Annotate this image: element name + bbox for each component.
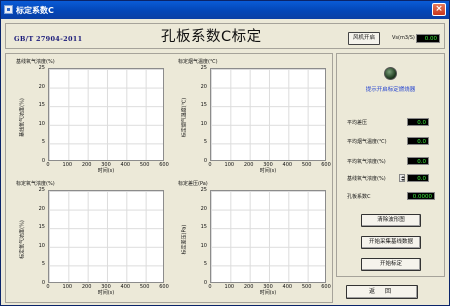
- chart-y-tick: 15: [38, 102, 45, 109]
- chart-y-tick: 10: [38, 120, 45, 127]
- chart-x-tick: 500: [301, 162, 312, 168]
- chart-x-tick: 300: [263, 162, 273, 168]
- control-panel: 提示开启标定燃烧器 平均差压 0.0 平均烟气温度(℃) 0.0 平均氧气浓度(…: [336, 53, 445, 277]
- chart-x-tick: 0: [208, 284, 212, 290]
- avg-flue-temp-label: 平均烟气温度(℃): [347, 139, 387, 145]
- orifice-coefficient-label: 孔板系数C: [347, 194, 371, 200]
- fan-on-button[interactable]: 风机开启: [348, 32, 380, 45]
- chart-x-label: 时间(s): [97, 168, 115, 174]
- chart-x-tick: 400: [282, 284, 293, 290]
- chart-y-label: 标定差压(Pa): [181, 224, 188, 255]
- chart-y-tick: 25: [38, 65, 45, 71]
- chart-title: 标定氧气浓度(%): [16, 181, 55, 187]
- chart-y-tick: 5: [41, 261, 45, 268]
- avg-flue-temp-display: 0.0: [407, 137, 429, 145]
- avg-pressure-label: 平均差压: [347, 120, 368, 126]
- chart-x-tick: 300: [101, 284, 111, 290]
- page-title: 孔板系数C标定: [161, 29, 262, 45]
- chart-x-tick: 100: [224, 162, 235, 168]
- orifice-coefficient-display: 0.0000: [407, 192, 435, 200]
- window-title: 标定系数C: [16, 6, 54, 15]
- chart-x-tick: 500: [301, 284, 312, 290]
- avg-pressure-display: 0.0: [407, 118, 429, 126]
- chart-flue-temperature: 标定烟气温度(℃) 标定烟气温度(℃) 时间(s) 25 20 15 10 5 0 0 100…: [170, 56, 331, 174]
- return-button[interactable]: 返 回: [346, 285, 418, 299]
- chart-title: 基线氧气浓度(%): [16, 59, 55, 65]
- chart-x-tick: 100: [62, 284, 73, 290]
- chart-x-tick: 200: [243, 284, 254, 290]
- baseline-oxygen-label: 基线氧气浓度(%): [347, 176, 386, 182]
- clear-waveform-button[interactable]: 清除波形图: [361, 214, 421, 227]
- main-content: GB/T 27904-2011 孔板系数C标定 风机开启 Vs(m3/S) 0.…: [3, 21, 447, 304]
- title-bar[interactable]: 标定系数C ×: [1, 1, 449, 19]
- chart-x-tick: 500: [139, 284, 150, 290]
- chart-x-tick: 0: [46, 284, 50, 290]
- chart-baseline-oxygen: 基线氧气浓度(%) 基线氧气浓度(%) 时间(s) 25 20 15 10 5 0 0 100…: [8, 56, 169, 174]
- chart-y-tick: 25: [38, 187, 45, 193]
- chart-y-tick: 20: [200, 205, 207, 212]
- chart-x-tick: 0: [46, 162, 50, 168]
- chart-y-tick: 15: [200, 102, 207, 109]
- collect-baseline-button[interactable]: 开始采集基线数据: [361, 236, 421, 249]
- header-bar: GB/T 27904-2011 孔板系数C标定 风机开启 Vs(m3/S) 0.…: [5, 23, 445, 49]
- chart-x-label: 时间(s): [259, 290, 277, 296]
- chart-x-tick: 300: [263, 284, 273, 290]
- charts-area: 基线氧气浓度(%) 基线氧气浓度(%) 时间(s) 25 20 15 10 5 0 0 100…: [5, 53, 333, 303]
- chart-title: 标定差压(Pa): [178, 181, 208, 187]
- vs-label: Vs(m3/S): [392, 35, 415, 41]
- chart-y-tick: 20: [200, 83, 207, 90]
- chart-y-label: 标定烟气温度(℃): [181, 97, 188, 138]
- chart-x-tick: 100: [62, 162, 73, 168]
- chart-x-tick: 100: [224, 284, 235, 290]
- chart-y-label: 基线氧气浓度(%): [19, 98, 26, 137]
- chart-x-tick: 400: [282, 162, 293, 168]
- baseline-oxygen-input[interactable]: 0.0: [407, 174, 429, 182]
- chart-plot-area[interactable]: [48, 190, 164, 283]
- chart-y-tick: 20: [38, 83, 45, 90]
- chart-y-tick: 10: [38, 242, 45, 249]
- chart-x-tick: 300: [101, 162, 111, 168]
- status-led-indicator: [384, 67, 397, 80]
- chart-y-tick: 10: [200, 242, 207, 249]
- chart-title: 标定烟气温度(℃): [178, 59, 218, 65]
- chart-x-label: 时间(s): [259, 168, 277, 174]
- chart-x-tick: 200: [81, 162, 92, 168]
- chart-differential-pressure: 标定差压(Pa) 标定差压(Pa) 时间(s) 25 20 15 10 5 0 0 100 20…: [170, 178, 331, 296]
- vs-display: 0.00: [416, 34, 440, 43]
- chart-y-label: 标定氧气浓度(%): [19, 220, 26, 259]
- chart-y-tick: 20: [38, 205, 45, 212]
- chart-plot-area[interactable]: [48, 68, 164, 161]
- chart-plot-area[interactable]: [210, 68, 326, 161]
- chart-y-tick: 5: [203, 139, 207, 146]
- chart-x-tick: 600: [321, 162, 331, 168]
- chart-x-tick: 200: [81, 284, 92, 290]
- chart-y-tick: 25: [200, 65, 207, 71]
- chart-x-tick: 0: [208, 162, 212, 168]
- chart-x-tick: 400: [120, 284, 131, 290]
- chart-y-tick: 5: [41, 139, 45, 146]
- chart-y-tick: 15: [38, 224, 45, 231]
- chart-x-tick: 200: [243, 162, 254, 168]
- chart-x-tick: 500: [139, 162, 150, 168]
- chart-x-label: 时间(s): [97, 290, 115, 296]
- chart-y-tick: 5: [203, 261, 207, 268]
- chart-calibration-oxygen: 标定氧气浓度(%) 标定氧气浓度(%) 时间(s) 25 20 15 10 5 0 0 100…: [8, 178, 169, 296]
- chart-x-tick: 600: [321, 284, 331, 290]
- start-calibration-button[interactable]: 开始标定: [361, 258, 421, 271]
- avg-oxygen-display: 0.0: [407, 157, 429, 165]
- chart-y-tick: 25: [200, 187, 207, 193]
- baseline-oxygen-stepper[interactable]: [399, 174, 405, 182]
- chart-x-tick: 400: [120, 162, 131, 168]
- avg-oxygen-label: 平均氧气浓度(%): [347, 159, 386, 165]
- chart-plot-area[interactable]: [210, 190, 326, 283]
- chart-y-tick: 15: [200, 224, 207, 231]
- window: 标定系数C × GB/T 27904-2011 孔板系数C标定 风机开启 Vs(…: [0, 0, 450, 306]
- chart-y-tick: 10: [200, 120, 207, 127]
- app-icon: [4, 5, 13, 14]
- led-label: 提示开启标定燃烧器: [365, 87, 416, 93]
- standard-code: GB/T 27904-2011: [14, 35, 83, 43]
- close-button[interactable]: ×: [432, 3, 446, 16]
